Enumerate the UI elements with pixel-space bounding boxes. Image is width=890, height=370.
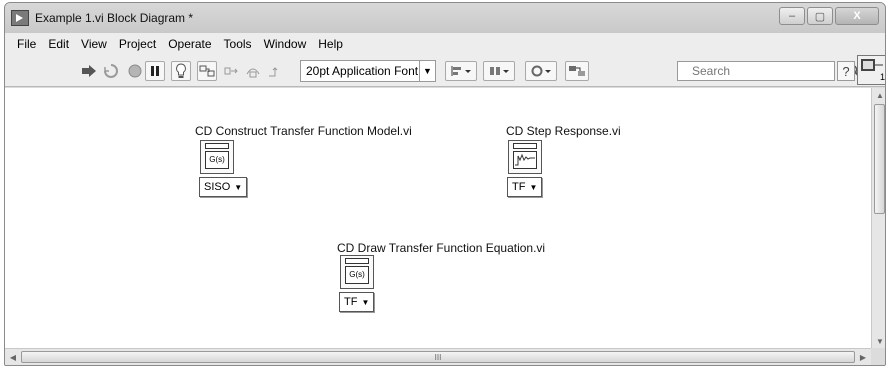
pause-icon[interactable] xyxy=(145,61,165,81)
vi-icon-number: 1 xyxy=(879,72,885,82)
menu-window[interactable]: Window xyxy=(258,37,313,51)
chevron-down-icon: ▼ xyxy=(361,297,370,307)
scroll-up-arrow-icon[interactable]: ▲ xyxy=(872,88,885,102)
maximize-button[interactable]: ▢ xyxy=(807,7,833,25)
step-over-icon[interactable] xyxy=(243,61,263,81)
chevron-down-icon: ▼ xyxy=(419,61,435,81)
node-icon-text: G(s) xyxy=(205,151,229,169)
chevron-down-icon: ▼ xyxy=(234,182,243,192)
ring-value: TF xyxy=(512,181,526,193)
menu-help[interactable]: Help xyxy=(312,37,349,51)
window-title: Example 1.vi Block Diagram * xyxy=(35,11,194,25)
chevron-down-icon: ▼ xyxy=(529,182,538,192)
run-arrow-icon[interactable] xyxy=(79,61,99,81)
scroll-grip: III xyxy=(434,352,442,362)
highlight-execution-icon[interactable] xyxy=(171,61,191,81)
node-label-draw-tf-equation: CD Draw Transfer Function Equation.vi xyxy=(337,241,546,255)
menu-project[interactable]: Project xyxy=(113,37,162,51)
font-selector-label: 20pt Application Font xyxy=(306,64,419,78)
minimize-button[interactable]: ‒ xyxy=(779,7,805,25)
ring-value: TF xyxy=(344,296,358,308)
step-into-icon[interactable] xyxy=(221,61,241,81)
vi-connector-icon[interactable]: 1 xyxy=(857,55,885,85)
align-objects-icon[interactable] xyxy=(445,61,477,81)
reorder-icon[interactable] xyxy=(525,61,557,81)
retain-wire-values-icon[interactable] xyxy=(197,61,217,81)
node-label-step-response: CD Step Response.vi xyxy=(506,124,621,138)
tf-ring-constant-draw[interactable]: TF ▼ xyxy=(339,292,375,312)
menu-file[interactable]: File xyxy=(11,37,42,51)
scroll-right-arrow-icon[interactable]: ▶ xyxy=(855,349,871,365)
scroll-down-arrow-icon[interactable]: ▼ xyxy=(872,334,885,348)
horizontal-scroll-thumb[interactable]: III xyxy=(21,351,855,363)
toolbar: 20pt Application Font ▼ ? 1 xyxy=(5,55,885,87)
ring-value: SISO xyxy=(204,181,231,193)
draw-transfer-function-icon[interactable]: G(s) xyxy=(340,255,374,289)
node-icon-text: G(s) xyxy=(345,266,369,284)
construct-transfer-function-icon[interactable]: G(s) xyxy=(200,140,234,174)
vertical-scrollbar[interactable]: ▲ ▼ xyxy=(871,88,885,348)
horizontal-scrollbar[interactable]: ◀ III ▶ xyxy=(5,348,871,365)
distribute-objects-icon[interactable] xyxy=(483,61,515,81)
block-diagram-window: Example 1.vi Block Diagram * ‒ ▢ X File … xyxy=(4,2,886,366)
siso-ring-constant[interactable]: SISO ▼ xyxy=(199,177,248,197)
menu-edit[interactable]: Edit xyxy=(42,37,75,51)
step-response-icon[interactable] xyxy=(508,140,542,174)
clean-up-diagram-icon[interactable] xyxy=(565,61,589,81)
vertical-scroll-thumb[interactable] xyxy=(874,104,885,214)
context-help-button[interactable]: ? xyxy=(837,61,855,81)
title-bar[interactable]: Example 1.vi Block Diagram * ‒ ▢ X xyxy=(5,3,885,33)
labview-app-icon xyxy=(11,10,29,26)
search-input[interactable] xyxy=(678,62,847,80)
abort-execution-icon[interactable] xyxy=(125,61,145,81)
menu-operate[interactable]: Operate xyxy=(162,37,217,51)
step-out-icon[interactable] xyxy=(265,61,285,81)
font-selector[interactable]: 20pt Application Font ▼ xyxy=(300,60,436,82)
block-diagram-canvas[interactable]: CD Construct Transfer Function Model.vi … xyxy=(5,88,871,348)
search-box[interactable] xyxy=(677,61,861,81)
scroll-left-arrow-icon[interactable]: ◀ xyxy=(5,349,21,365)
tf-ring-constant-step[interactable]: TF ▼ xyxy=(507,177,543,197)
scrollbar-corner xyxy=(871,348,885,365)
step-response-waveform-icon xyxy=(515,153,535,166)
menu-bar: File Edit View Project Operate Tools Win… xyxy=(5,33,885,55)
menu-view[interactable]: View xyxy=(75,37,113,51)
close-button[interactable]: X xyxy=(835,7,879,25)
window-controls: ‒ ▢ X xyxy=(779,7,879,25)
run-continuously-icon[interactable] xyxy=(101,61,121,81)
node-label-construct-tf: CD Construct Transfer Function Model.vi xyxy=(195,124,412,138)
menu-tools[interactable]: Tools xyxy=(218,37,258,51)
